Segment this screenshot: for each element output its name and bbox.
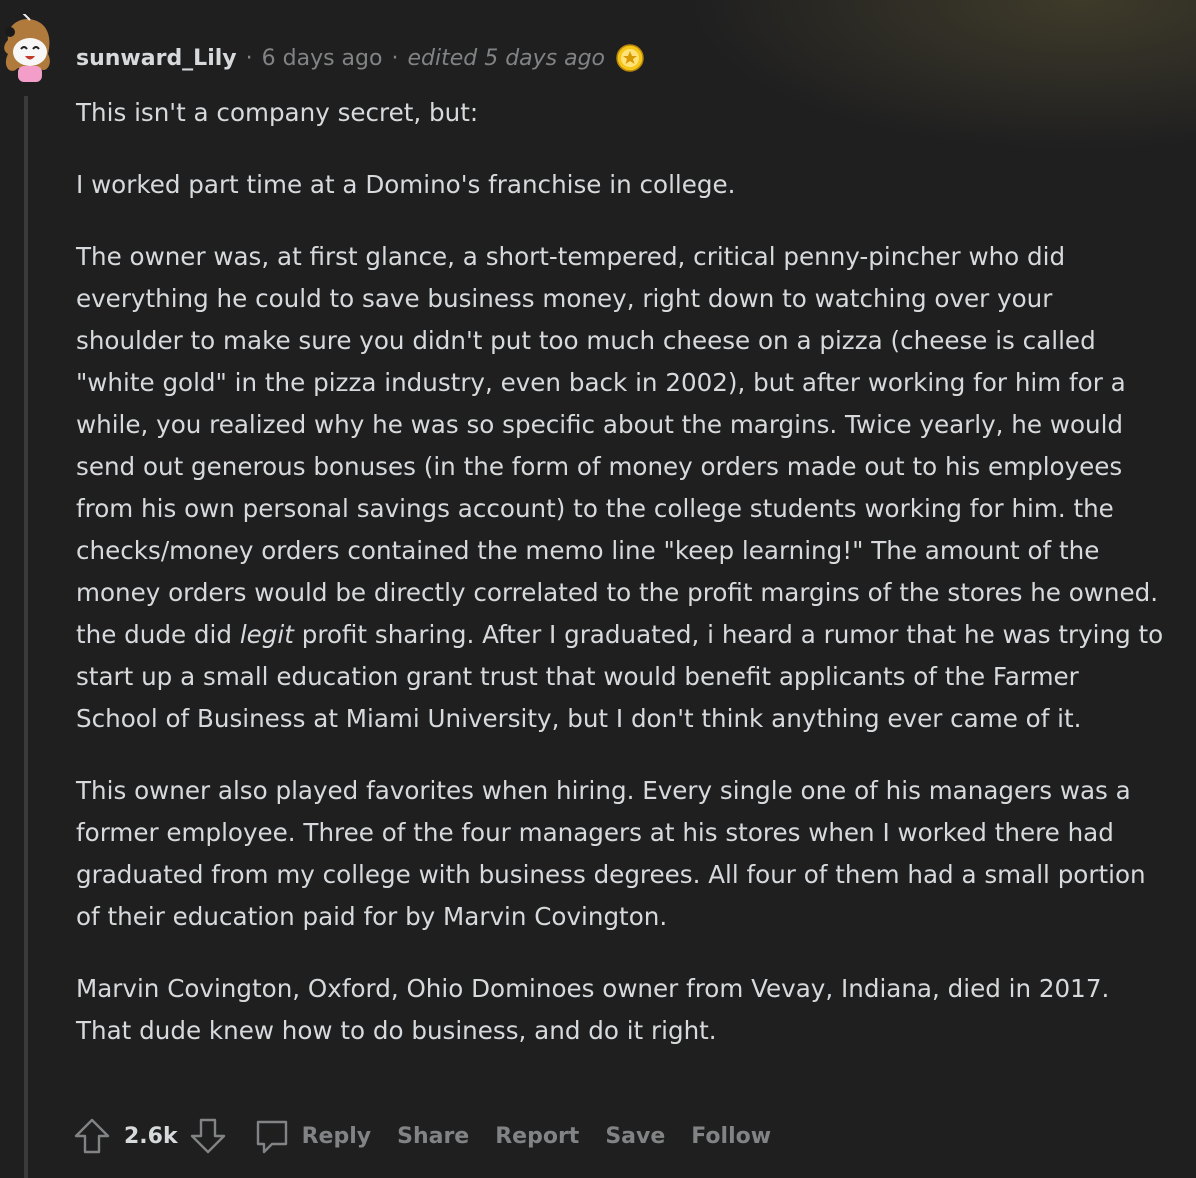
upvote-arrow-icon[interactable]	[72, 1116, 112, 1156]
comment-body: This isn't a company secret, but: I work…	[76, 92, 1166, 1052]
comment-paragraph: I worked part time at a Domino's franchi…	[76, 170, 736, 199]
comment-paragraph: This owner also played favorites when hi…	[76, 776, 1146, 931]
comment-bubble-icon	[256, 1120, 287, 1154]
thread-line[interactable]	[24, 96, 28, 1178]
share-button[interactable]: Share	[397, 1124, 469, 1149]
award-icon[interactable]	[615, 43, 645, 73]
posted-time[interactable]: 6 days ago	[262, 46, 383, 71]
report-button[interactable]: Report	[495, 1124, 579, 1149]
follow-button[interactable]: Follow	[691, 1124, 771, 1149]
username[interactable]: sunward_Lily	[76, 46, 237, 71]
comment-paragraph: The owner was, at first glance, a short-…	[76, 236, 1166, 740]
downvote-arrow-icon[interactable]	[188, 1116, 228, 1156]
save-button[interactable]: Save	[605, 1124, 665, 1149]
meta-separator: ·	[391, 45, 399, 71]
comment-meta: sunward_Lily · 6 days ago · edited 5 day…	[76, 42, 645, 74]
snoo-avatar-icon[interactable]	[0, 14, 58, 84]
reply-button[interactable]: Reply	[252, 1116, 372, 1156]
paragraph-text: The owner was, at first glance, a short-…	[76, 242, 1159, 649]
italic-text: legit	[239, 620, 294, 649]
edited-time: edited 5 days ago	[407, 45, 606, 71]
meta-separator: ·	[245, 45, 253, 71]
comment-paragraph: Marvin Covington, Oxford, Ohio Dominoes …	[76, 974, 1110, 1045]
vote-score: 2.6k	[124, 1123, 178, 1149]
comment-actions: 2.6k Reply Share Report Save Follow	[72, 1112, 771, 1160]
reply-label: Reply	[301, 1123, 372, 1149]
comment-paragraph: This isn't a company secret, but:	[76, 98, 479, 127]
